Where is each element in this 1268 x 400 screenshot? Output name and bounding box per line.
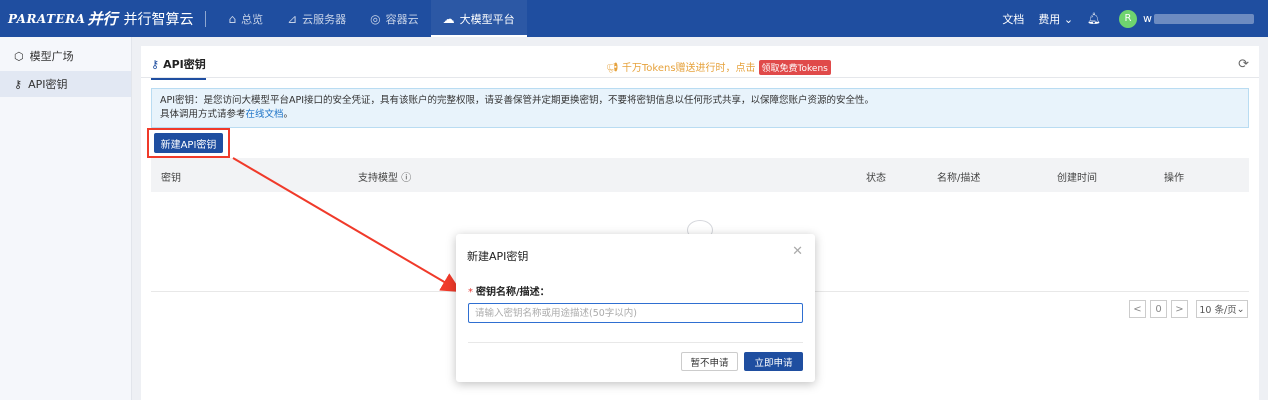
- prev-page-button[interactable]: <: [1129, 300, 1146, 318]
- nav-item-overview[interactable]: ⌂ 总览: [216, 0, 275, 37]
- key-name-input[interactable]: [468, 303, 803, 323]
- sidebar-item-label: API密钥: [28, 78, 68, 91]
- column-header-label: 支持模型: [358, 173, 398, 184]
- brand-name: 并行智算云: [123, 11, 194, 28]
- cube-icon: ⬡: [14, 49, 24, 63]
- avatar[interactable]: R: [1119, 9, 1137, 28]
- tab-bar: ⚷ API密钥 📢︎ 千万Tokens赠送进行时，点击 领取免费Tokens ⟳: [141, 46, 1259, 80]
- home-icon: ⌂: [228, 11, 237, 26]
- alert-text-end: 。: [283, 109, 294, 120]
- key-name-label: * 密钥名称/描述：: [468, 283, 550, 298]
- top-right-menu: 文档 费用 ⌄ 🔔︎ R w: [988, 0, 1254, 37]
- megaphone-icon: 📢︎: [606, 63, 622, 74]
- billing-label: 费用: [1038, 12, 1061, 26]
- alert-line-1: API密钥：是您访问大模型平台API接口的安全凭证，具有该账户的完整权限，请妥善…: [160, 95, 875, 106]
- top-nav: ⌂ 总览 ⊿ 云服务器 ◎ 容器云 ☁ 大模型平台: [216, 0, 527, 37]
- chevron-down-icon: ⌄: [1236, 303, 1245, 315]
- nav-item-container-cloud[interactable]: ◎ 容器云: [358, 0, 430, 37]
- brand-logo-cn: 并行: [87, 10, 118, 28]
- promo-banner: 📢︎ 千万Tokens赠送进行时，点击 领取免费Tokens: [606, 59, 831, 75]
- sidebar-item-label: 模型广场: [29, 50, 74, 63]
- new-api-key-button[interactable]: 新建API密钥: [154, 133, 223, 153]
- nav-item-cloud-server[interactable]: ⊿ 云服务器: [275, 0, 358, 37]
- tab-api-key[interactable]: ⚷ API密钥: [151, 56, 206, 80]
- server-icon: ⊿: [287, 11, 298, 26]
- alert-text: 具体调用方式请参考: [160, 109, 246, 120]
- info-icon[interactable]: ⓘ: [401, 173, 411, 184]
- key-icon: ⚷: [14, 77, 23, 91]
- new-api-key-dialog: 新建API密钥 ✕ *密钥名称/描述： 暂不申请 立即申请: [456, 234, 815, 382]
- alert-line-2: 具体调用方式请参考在线文档。: [160, 108, 1240, 122]
- tab-label: API密钥: [163, 58, 206, 71]
- key-name-label-text: 密钥名称/描述：: [476, 287, 550, 298]
- promo-text: 千万Tokens赠送进行时，点击: [621, 63, 756, 74]
- submit-button[interactable]: 立即申请: [744, 352, 803, 371]
- column-header-created: 创建时间: [1057, 173, 1097, 184]
- pagination: < 0 > 10 条/页 ⌄: [1125, 300, 1248, 318]
- nav-item-label: 云服务器: [302, 12, 347, 26]
- brand-logo: PARATERA: [8, 11, 86, 26]
- column-header-models: 支持模型 ⓘ: [358, 169, 411, 184]
- dialog-divider: [468, 342, 803, 343]
- dialog-title: 新建API密钥: [467, 250, 529, 263]
- key-icon: ⚷: [151, 58, 160, 71]
- chevron-down-icon: ⌄: [1063, 12, 1074, 26]
- cloud-icon: ☁: [442, 11, 455, 26]
- billing-menu[interactable]: 费用 ⌄: [1038, 11, 1073, 27]
- claim-tokens-button[interactable]: 领取免费Tokens: [758, 60, 831, 75]
- column-header-key: 密钥: [161, 173, 181, 184]
- top-navbar: PARATERA 并行 并行智算云 ⌂ 总览 ⊿ 云服务器 ◎ 容器云 ☁ 大模…: [0, 0, 1268, 37]
- next-page-button[interactable]: >: [1171, 300, 1188, 318]
- column-header-name: 名称/描述: [937, 173, 981, 184]
- user-name[interactable]: w: [1143, 12, 1152, 25]
- sidebar-item-model-square[interactable]: ⬡ 模型广场: [0, 43, 131, 69]
- page-size-select[interactable]: 10 条/页 ⌄: [1196, 300, 1248, 318]
- nav-item-label: 容器云: [385, 12, 419, 26]
- brand-divider: [205, 10, 207, 27]
- sidebar: ⬡ 模型广场 ⚷ API密钥: [0, 37, 132, 400]
- column-header-actions: 操作: [1164, 173, 1184, 184]
- nav-item-llm-platform[interactable]: ☁ 大模型平台: [430, 0, 527, 37]
- page-size-label: 10 条/页: [1199, 305, 1237, 316]
- online-docs-link[interactable]: 在线文档: [246, 109, 284, 120]
- refresh-icon[interactable]: ⟳: [1238, 57, 1249, 72]
- column-header-status: 状态: [866, 173, 886, 184]
- user-name-redacted: [1154, 13, 1254, 24]
- highlight-box: 新建API密钥: [147, 128, 230, 158]
- required-mark: *: [468, 287, 473, 298]
- page-number[interactable]: 0: [1150, 300, 1167, 318]
- close-icon[interactable]: ✕: [792, 244, 803, 259]
- brand[interactable]: PARATERA 并行 并行智算云: [0, 0, 193, 37]
- info-alert: API密钥：是您访问大模型平台API接口的安全凭证，具有该账户的完整权限，请妥善…: [151, 88, 1249, 128]
- table-header: 密钥 支持模型 ⓘ 状态 名称/描述 创建时间 操作: [151, 158, 1249, 192]
- container-icon: ◎: [370, 11, 381, 26]
- cancel-button[interactable]: 暂不申请: [681, 352, 738, 371]
- nav-item-label: 总览: [241, 12, 264, 26]
- nav-item-label: 大模型平台: [459, 12, 515, 26]
- docs-link[interactable]: 文档: [1002, 11, 1024, 27]
- bell-icon[interactable]: 🔔︎: [1087, 12, 1101, 25]
- sidebar-item-api-key[interactable]: ⚷ API密钥: [0, 71, 131, 97]
